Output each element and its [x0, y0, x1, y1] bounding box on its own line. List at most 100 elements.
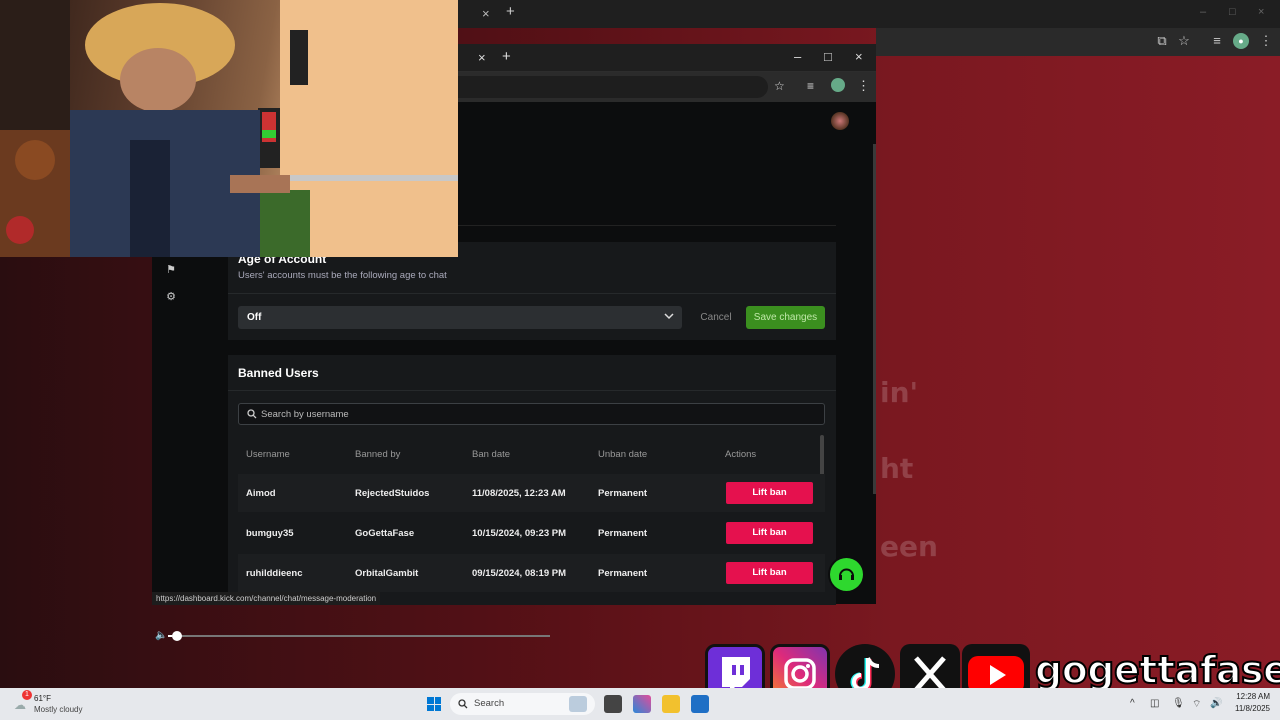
background-lyrics: in' ht een	[880, 360, 1280, 580]
progress-knob[interactable]	[171, 631, 182, 641]
username-cell: bumguy35	[246, 528, 294, 539]
search-icon	[458, 699, 468, 709]
webcam-overlay	[0, 0, 458, 257]
age-of-account-subtitle: Users' accounts must be the following ag…	[238, 270, 447, 281]
column-header-unban-date: Unban date	[598, 449, 648, 460]
card-divider	[228, 390, 836, 391]
search-input[interactable]: Search by username	[238, 403, 825, 425]
banned-by-cell: OrbitalGambit	[355, 568, 419, 579]
card-divider	[228, 293, 836, 294]
address-bar-row: ☆ ≡ ⋮	[458, 72, 876, 102]
address-field[interactable]	[458, 76, 768, 98]
header-divider	[458, 225, 836, 226]
lift-ban-button[interactable]: Lift ban	[726, 562, 813, 584]
clock-date[interactable]: 11/8/2025	[1225, 704, 1270, 713]
bookmark-star-icon[interactable]: ☆	[1176, 33, 1192, 49]
new-tab-button[interactable]: +	[502, 48, 511, 65]
front-browser-titlebar: × + – □ ×	[458, 44, 876, 72]
file-explorer-icon[interactable]	[662, 695, 680, 713]
close-window-button[interactable]: ×	[855, 49, 863, 64]
install-app-icon[interactable]: ⧉	[1154, 33, 1170, 49]
table-row: bumguy35 GoGettaFase 10/15/2024, 09:23 P…	[238, 514, 825, 552]
outlook-icon[interactable]	[691, 695, 709, 713]
lift-ban-button[interactable]: Lift ban	[726, 522, 813, 544]
weather-temp: 61°F	[34, 694, 51, 703]
ban-date-cell: 09/15/2024, 08:19 PM	[472, 568, 567, 579]
back-minimize-button[interactable]: –	[1200, 6, 1206, 18]
column-header-banned-by: Banned by	[355, 449, 401, 460]
search-icon	[247, 409, 257, 419]
wifi-icon[interactable]: ⌔	[1192, 698, 1201, 711]
lyric-line: ht	[880, 452, 914, 485]
ban-date-cell: 10/15/2024, 09:23 PM	[472, 528, 567, 539]
banned-by-cell: GoGettaFase	[355, 528, 415, 539]
back-tab-close-button[interactable]: ×	[482, 6, 490, 21]
bookmark-star-icon[interactable]: ☆	[774, 79, 785, 93]
status-url-tooltip: https://dashboard.kick.com/channel/chat/…	[152, 592, 381, 605]
media-control-icon[interactable]: ≡	[1209, 33, 1225, 49]
save-changes-button[interactable]: Save changes	[746, 306, 825, 329]
back-browser-titlebar	[458, 0, 1280, 28]
profile-avatar-icon[interactable]	[831, 78, 845, 92]
unban-date-cell: Permanent	[598, 488, 648, 499]
profile-avatar-icon[interactable]: ●	[1233, 33, 1249, 49]
support-chat-button[interactable]	[830, 558, 863, 591]
moderation-nav-icon[interactable]: ⚑	[165, 264, 177, 276]
maximize-button[interactable]: □	[824, 49, 832, 64]
volume-icon[interactable]: 🔈	[155, 630, 167, 641]
search-placeholder: Search by username	[261, 409, 349, 420]
chevron-down-icon	[664, 313, 674, 320]
menu-kebab-icon[interactable]: ⋮	[857, 78, 870, 94]
username-cell: Aimod	[246, 488, 276, 499]
task-view-icon[interactable]	[604, 695, 622, 713]
mic-icon[interactable]: 🎙	[1172, 698, 1185, 709]
cancel-button[interactable]: Cancel	[694, 306, 738, 329]
banned-users-card: Banned Users Search by username Username…	[228, 355, 836, 605]
username-cell: ruhilddieenc	[246, 568, 303, 579]
page-scrollbar[interactable]	[873, 144, 876, 494]
taskbar-search[interactable]: Search	[450, 693, 595, 715]
column-header-ban-date: Ban date	[472, 449, 511, 460]
age-select[interactable]: Off	[238, 306, 682, 329]
gear-icon[interactable]: ⚙	[165, 291, 177, 303]
clock-time[interactable]: 12:28 AM	[1225, 692, 1270, 701]
banned-by-cell: RejectedStuidos	[355, 488, 430, 499]
unban-date-cell: Permanent	[598, 528, 648, 539]
weather-desc: Mostly cloudy	[34, 705, 83, 714]
table-row: ruhilddieenc OrbitalGambit 09/15/2024, 0…	[238, 554, 825, 592]
column-header-username: Username	[246, 449, 290, 460]
lyric-line: in'	[880, 376, 919, 409]
channel-handle: gogettafase	[1034, 647, 1280, 693]
speaker-icon[interactable]: 🔊	[1210, 698, 1222, 709]
user-avatar[interactable]	[831, 112, 849, 130]
search-highlight-icon	[569, 696, 587, 712]
back-close-button[interactable]: ×	[1258, 6, 1264, 18]
back-maximize-button[interactable]: □	[1229, 6, 1236, 18]
media-player: 🔈	[150, 620, 560, 650]
back-new-tab-button[interactable]: +	[506, 3, 515, 20]
age-select-value: Off	[247, 312, 262, 323]
webcam-feed	[0, 0, 458, 257]
lift-ban-button[interactable]: Lift ban	[726, 482, 813, 504]
start-button[interactable]	[427, 697, 441, 711]
taskbar: ☁ 1 61°F Mostly cloudy Search ^ ◫ 🎙 ⌔ 🔊 …	[0, 688, 1280, 720]
menu-kebab-icon[interactable]: ⋮	[1258, 33, 1274, 49]
unban-date-cell: Permanent	[598, 568, 648, 579]
column-header-actions: Actions	[725, 449, 757, 460]
minimize-button[interactable]: –	[794, 49, 801, 64]
headset-icon	[839, 568, 854, 580]
chevron-up-icon[interactable]: ^	[1130, 698, 1135, 709]
tray-app-icon[interactable]: ◫	[1150, 698, 1159, 709]
cloud-icon: ☁	[14, 698, 26, 712]
table-row: Aimod RejectedStuidos 11/08/2025, 12:23 …	[238, 474, 825, 512]
progress-slider[interactable]	[168, 631, 550, 641]
media-control-icon[interactable]: ≡	[807, 79, 814, 93]
taskbar-search-label: Search	[474, 698, 505, 709]
weather-widget[interactable]: ☁ 1 61°F Mostly cloudy	[14, 690, 104, 716]
tab-close-button[interactable]: ×	[478, 50, 486, 65]
banned-users-title: Banned Users	[238, 366, 319, 380]
lyric-line: een	[880, 530, 938, 563]
weather-badge: 1	[22, 690, 32, 700]
copilot-icon[interactable]	[633, 695, 651, 713]
ban-date-cell: 11/08/2025, 12:23 AM	[472, 488, 566, 499]
